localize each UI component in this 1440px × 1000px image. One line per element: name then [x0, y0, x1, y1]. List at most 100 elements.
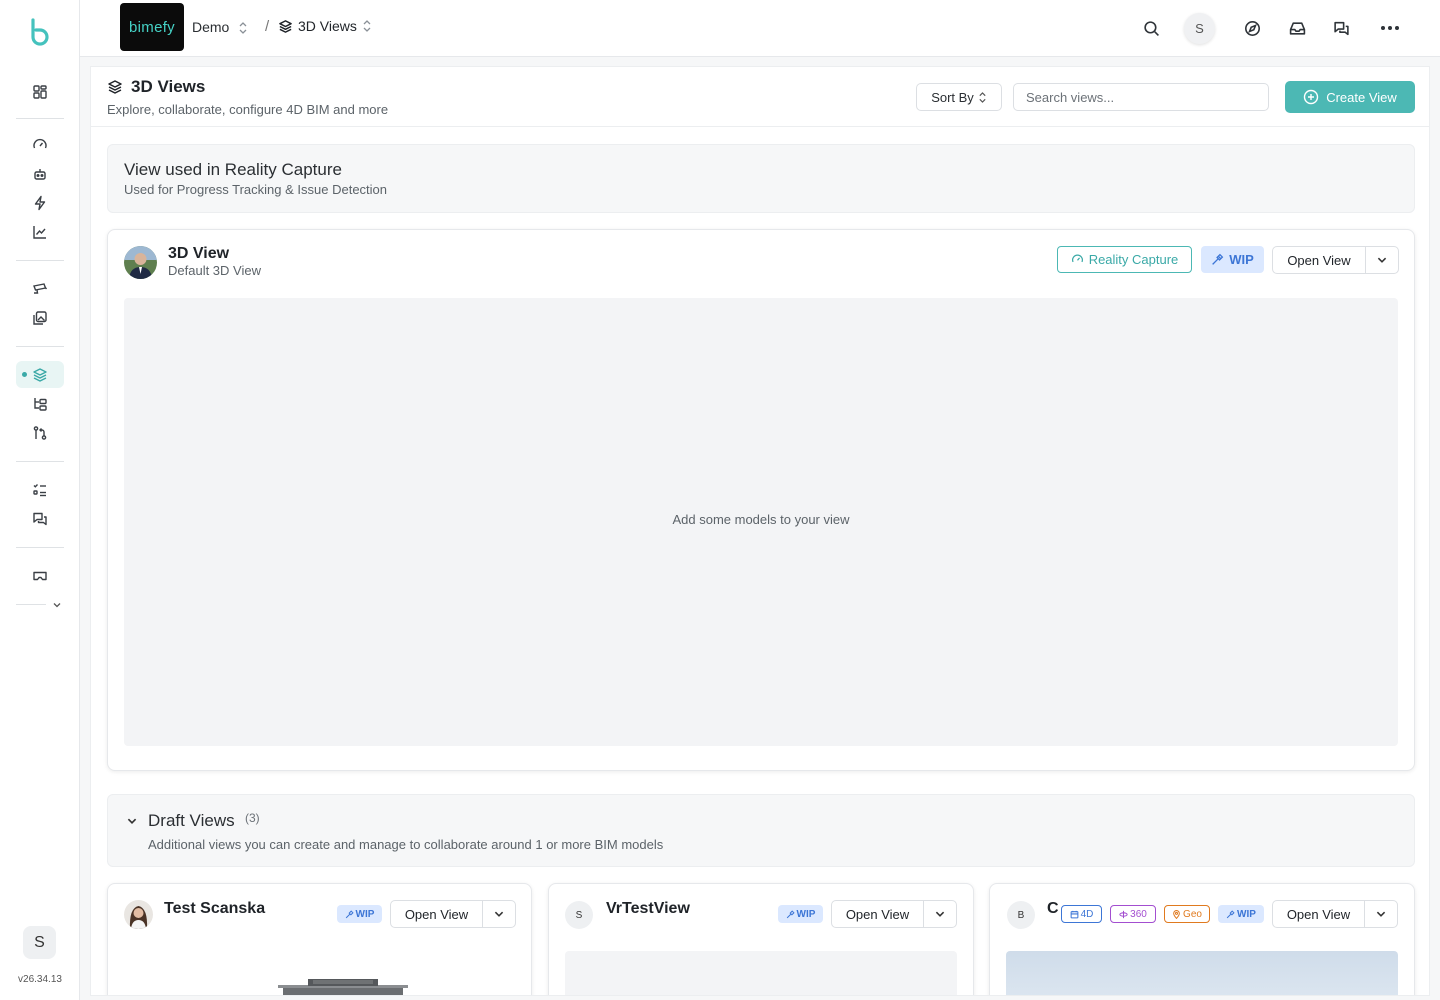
inbox-icon[interactable] [1285, 16, 1309, 40]
calendar-icon [1070, 910, 1079, 919]
chevron-up-down-icon [362, 19, 372, 33]
search-icon[interactable] [1139, 16, 1163, 40]
geo-tag-label: Geo [1183, 908, 1202, 920]
open-view-split-button[interactable]: Open View [390, 900, 516, 928]
top-bar: bimefy Demo / 3D Views S [80, 0, 1440, 57]
open-view-dropdown[interactable] [1366, 247, 1398, 273]
images-icon[interactable] [28, 306, 52, 330]
wip-tag: WIP [1218, 905, 1264, 923]
sidebar-divider [16, 547, 64, 548]
sidebar-divider [16, 461, 64, 462]
draft-views-section: Draft Views (3) Additional views you can… [107, 794, 1415, 867]
draft-view-title: C [1047, 900, 1059, 917]
breadcrumb-separator: / [265, 18, 270, 35]
reality-capture-tag: Reality Capture [1057, 246, 1192, 273]
view-card[interactable]: 3D View Default 3D View Reality Capture … [107, 229, 1415, 771]
open-view-split-button[interactable]: Open View [1272, 900, 1398, 928]
open-view-dropdown[interactable] [483, 901, 515, 927]
sort-by-label: Sort By [931, 89, 974, 105]
main-panel: 3D Views Explore, collaborate, configure… [90, 66, 1430, 996]
robot-icon[interactable] [28, 162, 52, 186]
draft-views-title[interactable]: Draft Views [148, 811, 235, 831]
breadcrumb-page-label: 3D Views [298, 18, 357, 34]
hammer-icon [786, 909, 795, 919]
empty-viewport-message: Add some models to your view [672, 512, 850, 527]
page-title: 3D Views [107, 77, 205, 97]
more-options-icon[interactable] [1378, 16, 1402, 40]
layers-icon [278, 19, 293, 34]
gauge-icon [1071, 253, 1084, 266]
cctv-icon[interactable] [28, 277, 52, 301]
layers-icon[interactable] [28, 363, 52, 387]
open-view-button[interactable]: Open View [391, 901, 483, 927]
draft-view-card[interactable]: S VrTestView WIP Open View [548, 883, 974, 995]
wip-tag: WIP [778, 905, 823, 923]
top-user-avatar[interactable]: S [1184, 13, 1215, 44]
draft-view-title: VrTestView [606, 900, 690, 917]
page-subtitle: Explore, collaborate, configure 4D BIM a… [107, 102, 389, 117]
plus-circle-icon [1303, 89, 1319, 105]
map-pin-icon [1172, 909, 1181, 919]
open-view-button[interactable]: Open View [1273, 247, 1366, 273]
hammer-icon [345, 909, 354, 919]
chevron-down-icon[interactable] [126, 815, 138, 827]
page-header: 3D Views Explore, collaborate, configure… [91, 67, 1429, 127]
page-title-text: 3D Views [131, 77, 206, 96]
lightning-icon[interactable] [28, 191, 52, 215]
wip-tag: WIP [337, 905, 382, 923]
sidebar: S v26.34.13 [0, 0, 80, 1000]
vr-headset-icon[interactable] [28, 564, 52, 588]
sidebar-divider [16, 260, 64, 261]
open-view-button[interactable]: Open View [1273, 901, 1365, 927]
3d-viewport[interactable] [565, 951, 957, 995]
gauge-icon[interactable] [28, 133, 52, 157]
brand-logo[interactable]: bimefy [120, 3, 184, 51]
user-avatar[interactable]: S [23, 926, 56, 959]
open-view-dropdown[interactable] [1365, 901, 1397, 927]
360-tag: 360 [1110, 905, 1156, 923]
4d-tag-label: 4D [1080, 908, 1094, 920]
3d-viewport[interactable]: Add some models to your view [124, 298, 1398, 746]
view-subtitle: Default 3D View [168, 263, 261, 278]
open-view-split-button[interactable]: Open View [831, 900, 957, 928]
open-view-split-button[interactable]: Open View [1272, 246, 1399, 274]
dashboard-icon[interactable] [28, 80, 52, 104]
open-view-button[interactable]: Open View [832, 901, 924, 927]
breadcrumb-page[interactable]: 3D Views [278, 18, 372, 34]
checklist-icon[interactable] [28, 478, 52, 502]
breadcrumb-org[interactable]: Demo [192, 19, 229, 35]
create-view-button[interactable]: Create View [1285, 81, 1415, 113]
search-views-input[interactable] [1013, 83, 1269, 111]
bimefy-logo-icon[interactable] [26, 16, 54, 46]
draft-views-count: (3) [245, 811, 260, 825]
avatar: S [565, 901, 593, 929]
wip-tag-label: WIP [355, 908, 375, 920]
avatar [124, 246, 157, 279]
line-chart-icon[interactable] [28, 220, 52, 244]
sort-by-button[interactable]: Sort By [916, 83, 1002, 111]
4d-tag: 4D [1061, 905, 1102, 923]
chevron-up-down-icon[interactable] [238, 21, 248, 35]
wip-tag-label: WIP [1229, 252, 1254, 267]
compass-icon[interactable] [1240, 16, 1264, 40]
chevron-down-icon [494, 911, 504, 917]
sidebar-divider [16, 346, 64, 347]
section-subtitle: Used for Progress Tracking & Issue Detec… [124, 182, 388, 197]
active-indicator-dot [22, 372, 27, 377]
git-compare-icon[interactable] [28, 421, 52, 445]
view-title: 3D View [168, 245, 230, 262]
rotate-360-icon [1119, 910, 1128, 919]
chevron-down-icon[interactable] [52, 600, 62, 610]
chat-messages-icon[interactable] [1329, 16, 1353, 40]
chevron-down-icon [1377, 257, 1387, 263]
draft-view-card[interactable]: B C 4D 360 Geo WIP Open View [989, 883, 1415, 995]
tree-structure-icon[interactable] [28, 392, 52, 416]
hammer-icon [1211, 253, 1224, 266]
chevron-down-icon [935, 911, 945, 917]
3d-viewport[interactable] [1006, 951, 1398, 995]
open-view-dropdown[interactable] [924, 901, 956, 927]
reality-capture-section: View used in Reality Capture Used for Pr… [107, 144, 1415, 213]
chat-messages-icon[interactable] [28, 507, 52, 531]
draft-view-card[interactable]: Test Scanska WIP Open View [107, 883, 532, 995]
chevron-down-icon [1376, 911, 1386, 917]
